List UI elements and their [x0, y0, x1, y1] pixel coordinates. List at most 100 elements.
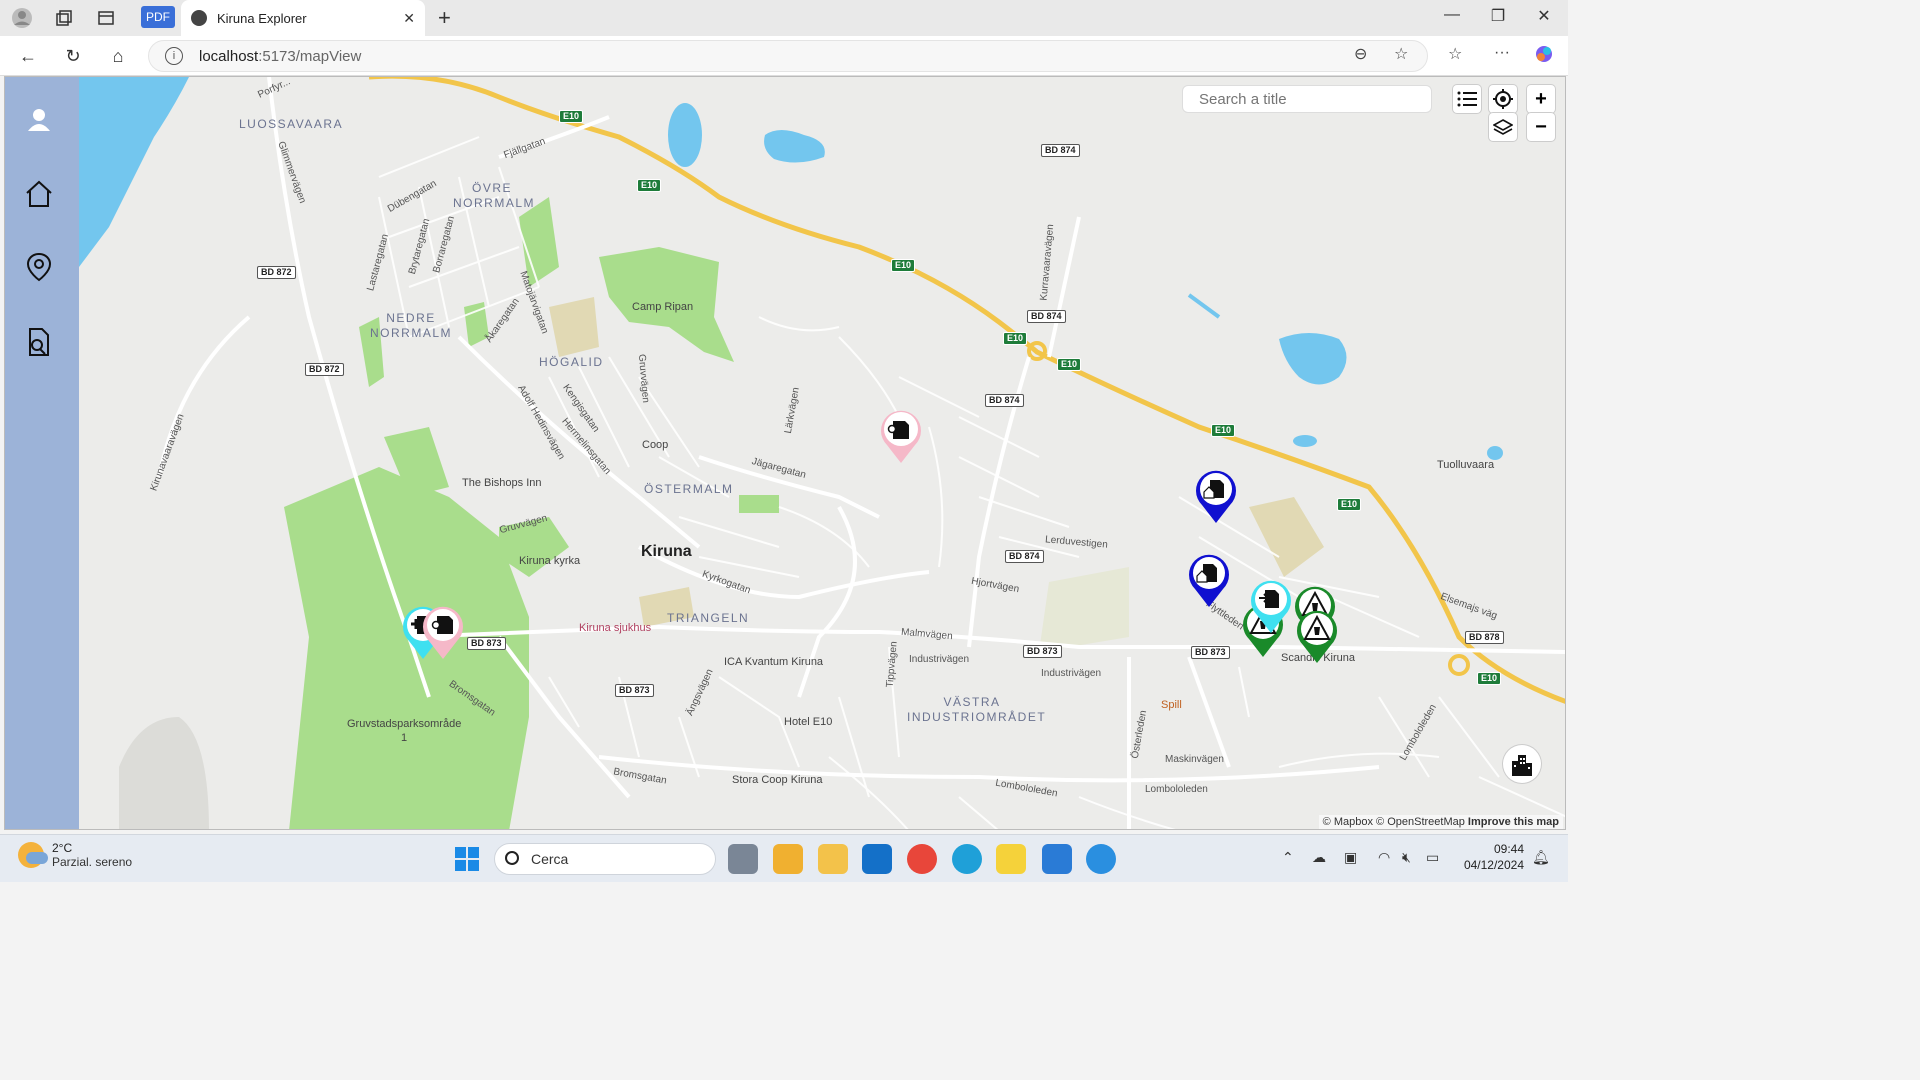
minimize-icon[interactable]: — [1440, 6, 1464, 24]
url-field[interactable]: i localhost:5173/mapView [148, 40, 1428, 72]
close-window-icon[interactable]: ✕ [1532, 6, 1556, 26]
wifi-icon[interactable]: ◠ [1378, 849, 1390, 866]
edge-icon[interactable] [952, 844, 982, 874]
tray-chevron-icon[interactable]: ⌃ [1282, 849, 1294, 866]
task-view-icon[interactable] [728, 844, 758, 874]
improve-map-link[interactable]: Improve this map [1468, 816, 1559, 828]
copilot-icon[interactable] [1534, 44, 1554, 69]
store-icon[interactable] [773, 844, 803, 874]
poi-stora-coop: Stora Coop Kiruna [732, 774, 823, 786]
browser-titlebar: PDF Kiruna Explorer ✕ + — ❐ ✕ [0, 0, 1568, 36]
chrome-icon[interactable] [907, 844, 937, 874]
street-label: Lombololeden [1145, 784, 1208, 795]
mapbox-attribution[interactable]: © Mapbox [1323, 816, 1373, 828]
poi-ica: ICA Kvantum Kiruna [724, 656, 824, 668]
road-shield-bd874: BD 874 [985, 394, 1024, 407]
sticky-notes-icon[interactable] [996, 844, 1026, 874]
osm-attribution[interactable]: © OpenStreetMap [1376, 816, 1465, 828]
weather-temp: 2°C [52, 841, 73, 855]
kiruna-explorer-app: LUOSSAVAARA ÖVRE NORRMALM NEDRE NORRMALM… [4, 76, 1566, 830]
search-icon [505, 851, 519, 865]
home-icon[interactable]: ⌂ [106, 44, 130, 68]
district-label: HÖGALID [539, 355, 604, 369]
docker-icon[interactable] [1086, 844, 1116, 874]
map-view[interactable]: LUOSSAVAARA ÖVRE NORRMALM NEDRE NORRMALM… [79, 77, 1565, 829]
buildings-icon[interactable] [1503, 745, 1541, 783]
poi-bishops-inn: The Bishops Inn [462, 477, 542, 489]
document-search-icon[interactable] [22, 325, 56, 359]
back-icon[interactable]: ← [16, 44, 40, 68]
pdf-tab[interactable]: PDF [141, 6, 175, 28]
document-marker-pink[interactable] [419, 603, 467, 666]
volume-muted-icon[interactable]: 🔇︎ [1402, 849, 1411, 866]
construction-marker-green[interactable] [1293, 607, 1341, 670]
road-shield-e10: E10 [891, 259, 916, 272]
weather-widget[interactable]: 2°C Parzial. sereno [18, 841, 132, 869]
search-input[interactable] [1182, 85, 1432, 113]
document-marker-blue[interactable] [1185, 551, 1233, 614]
tab-kiruna-explorer[interactable]: Kiruna Explorer ✕ [181, 0, 425, 36]
road-shield-e10: E10 [1211, 424, 1236, 437]
favorite-star-icon[interactable]: ☆ [1394, 44, 1408, 64]
user-icon[interactable] [22, 103, 56, 137]
road-shield-bd873: BD 873 [615, 684, 654, 697]
road-shield-bd874: BD 874 [1027, 310, 1066, 323]
tray-app-icon[interactable]: ▣ [1344, 849, 1357, 866]
battery-icon[interactable]: ▭ [1426, 849, 1439, 866]
url-host: localhost [199, 47, 259, 65]
street-label: Industrivägen [909, 654, 970, 665]
poi-kiruna-sjukhus: Kiruna sjukhus [579, 622, 652, 634]
city-label: Kiruna [641, 543, 692, 560]
sidebar [5, 77, 79, 829]
home-icon[interactable] [22, 177, 56, 211]
road-shield-e10: E10 [637, 179, 662, 192]
more-menu-icon[interactable]: ··· [1494, 44, 1510, 62]
district-label: ÖVRE NORRMALM [453, 181, 536, 210]
road-shield-bd873: BD 873 [1023, 645, 1062, 658]
road-shield-e10: E10 [1337, 498, 1362, 511]
workspaces-icon[interactable] [52, 6, 76, 30]
list-view-icon[interactable] [1453, 85, 1481, 113]
poi-coop: Coop [642, 439, 669, 451]
profile-icon[interactable] [10, 6, 34, 30]
zoom-in-icon[interactable]: + [1527, 85, 1555, 113]
outlook-icon[interactable] [862, 844, 892, 874]
road-shield-e10: E10 [1003, 332, 1028, 345]
favorites-icon[interactable]: ☆ [1448, 44, 1462, 64]
locate-me-icon[interactable] [1489, 85, 1517, 113]
windows-taskbar: 2°C Parzial. sereno Cerca ⌃ ☁ ▣ ◠ 🔇︎ ▭ 0… [0, 834, 1568, 882]
document-marker-pink[interactable] [877, 407, 925, 470]
clock-time: 09:44 [1493, 842, 1524, 856]
notifications-icon[interactable]: 🔔︎ [1532, 849, 1550, 866]
tab-title: Kiruna Explorer [217, 10, 307, 26]
poi-gruvstadspark-number: 1 [401, 732, 408, 744]
poi-tuolluvaara: Tuolluvaara [1437, 459, 1495, 471]
layers-icon[interactable] [1489, 113, 1517, 141]
district-label: NEDRE NORRMALM [369, 311, 452, 340]
district-label: LUOSSAVAARA [239, 117, 344, 131]
close-tab-icon[interactable]: ✕ [403, 10, 415, 27]
refresh-icon[interactable]: ↻ [61, 44, 85, 68]
location-pin-icon[interactable] [22, 250, 56, 284]
document-marker-blue[interactable] [1192, 467, 1240, 530]
zoom-icon[interactable]: ⊖ [1354, 44, 1367, 64]
start-icon[interactable] [452, 844, 482, 874]
road-shield-bd873: BD 873 [1191, 646, 1230, 659]
document-marker-cyan[interactable] [1247, 577, 1295, 640]
vscode-icon[interactable] [1042, 844, 1072, 874]
taskbar-search[interactable]: Cerca [494, 843, 716, 875]
tab-actions-icon[interactable] [94, 6, 118, 30]
new-tab-icon[interactable]: + [438, 5, 451, 31]
zoom-out-icon[interactable]: − [1527, 113, 1555, 141]
clock-date: 04/12/2024 [1463, 858, 1524, 872]
district-label: VÄSTRA INDUSTRIOMRÅDET [907, 695, 1047, 724]
file-explorer-icon[interactable] [818, 844, 848, 874]
weather-condition: Parzial. sereno [52, 855, 133, 869]
site-info-icon[interactable]: i [165, 47, 183, 65]
restore-icon[interactable]: ❐ [1486, 6, 1510, 26]
road-shield-e10: E10 [1477, 672, 1502, 685]
clock[interactable]: 09:44 04/12/2024 [1464, 841, 1524, 873]
onedrive-icon[interactable]: ☁ [1312, 849, 1326, 866]
road-shield-bd874: BD 874 [1005, 550, 1044, 563]
road-shield-bd873: BD 873 [467, 637, 506, 650]
